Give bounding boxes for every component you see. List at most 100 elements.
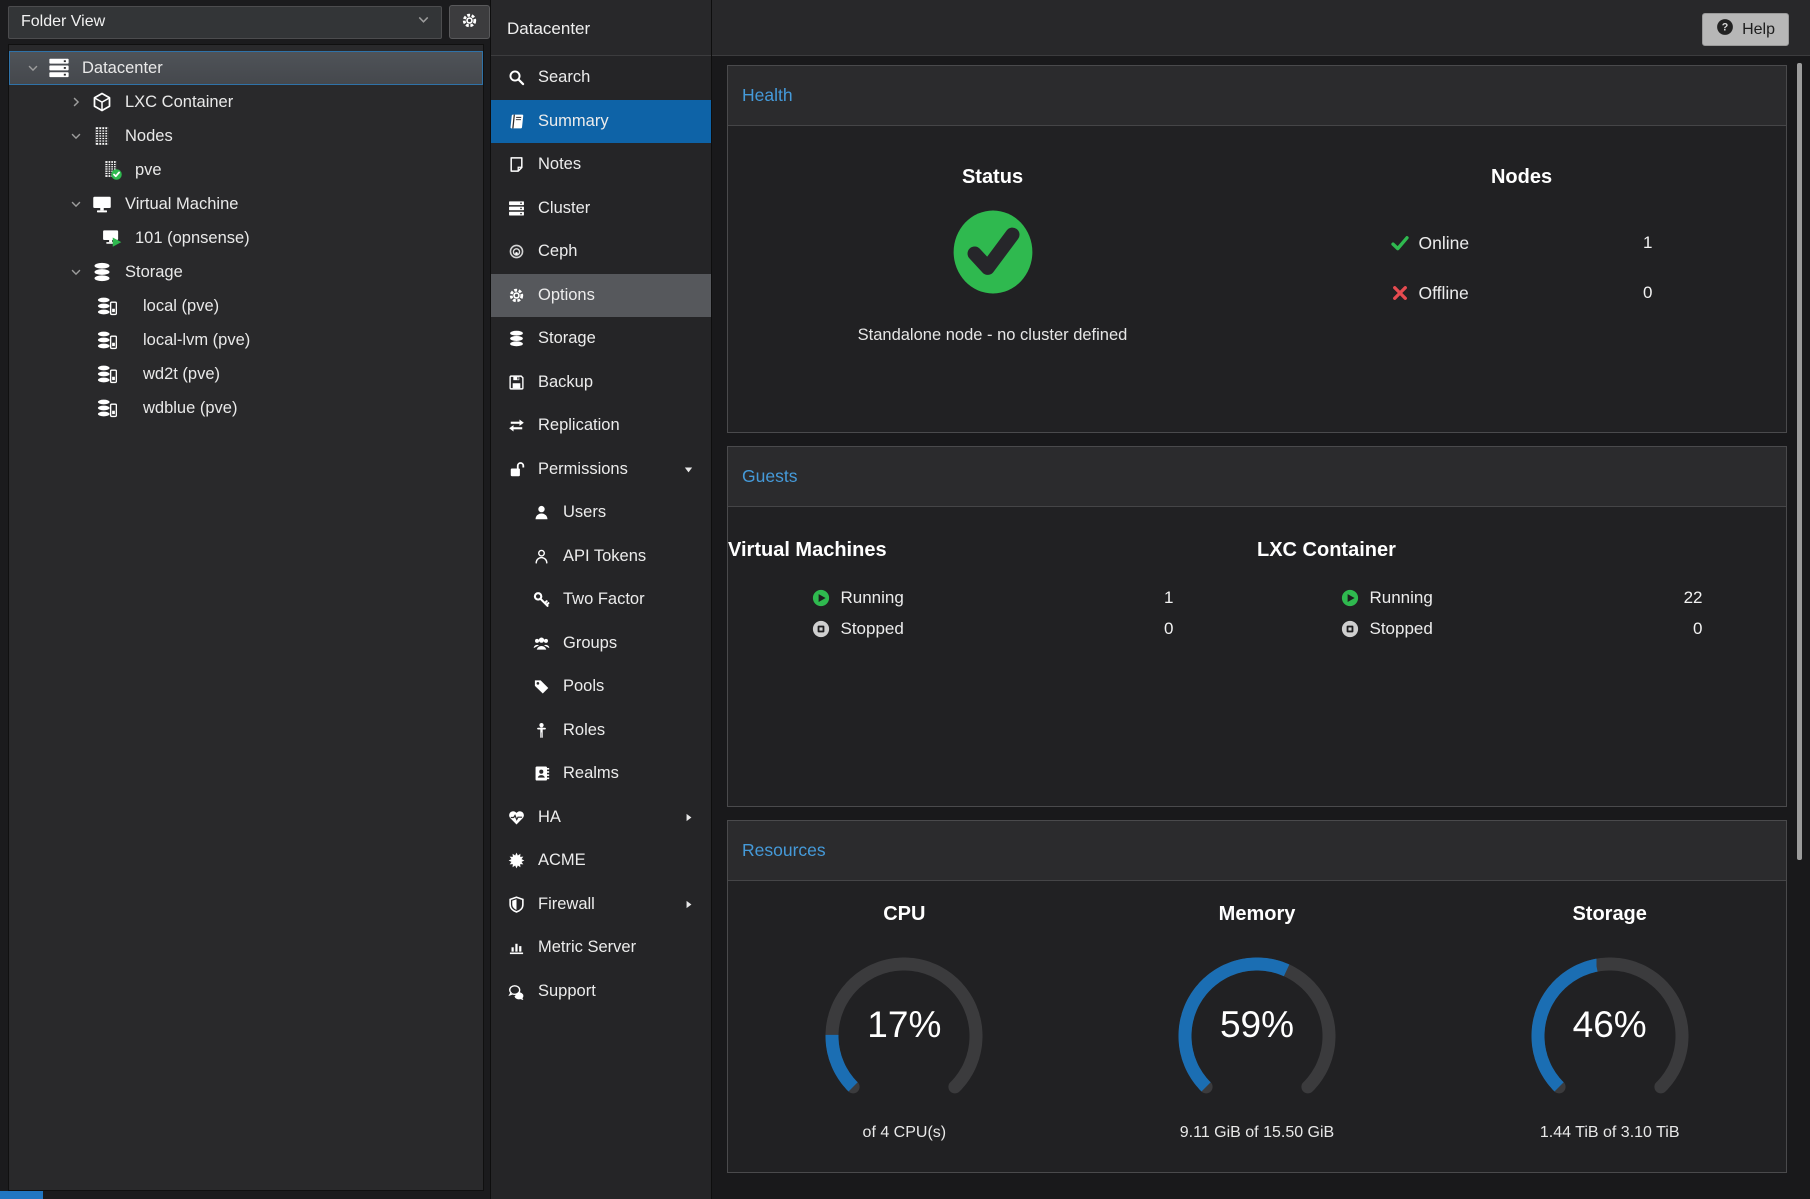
guest-group-lxc-container: LXC ContainerRunning22Stopped0	[1257, 507, 1786, 807]
nodes-heading: Nodes	[1257, 166, 1786, 189]
nav-item-label: Replication	[538, 416, 620, 435]
health-body: Status Standalone node - no cluster defi…	[728, 126, 1786, 433]
guest-rows: Running1Stopped0	[812, 582, 1174, 644]
nav-item-two-factor[interactable]: Two Factor	[491, 578, 711, 622]
guest-row-stopped: Stopped0	[812, 613, 1174, 644]
tree-row-wdblue-pve[interactable]: wdblue (pve)	[9, 391, 483, 425]
nav-item-label: Permissions	[538, 460, 628, 479]
tree-item-label: Virtual Machine	[125, 195, 238, 214]
resources-title: Resources	[742, 840, 826, 861]
nav-item-summary[interactable]: Summary	[491, 100, 711, 144]
shield-icon	[506, 895, 527, 913]
database-icon	[87, 262, 117, 282]
tree-row-storage[interactable]: Storage	[9, 255, 483, 289]
gauge: 59%	[1157, 940, 1357, 1110]
guest-rows: Running22Stopped0	[1341, 582, 1703, 644]
monitor-play-icon	[97, 228, 127, 248]
nav-item-support[interactable]: Support	[491, 970, 711, 1014]
tree-row-lxc-container[interactable]: LXC Container	[9, 85, 483, 119]
status-heading: Status	[728, 166, 1257, 189]
users-icon	[531, 634, 552, 652]
guests-title: Guests	[742, 466, 797, 487]
view-mode-select[interactable]: Folder View	[8, 6, 442, 39]
guest-row-value: 0	[1164, 619, 1173, 639]
database-drive-icon	[97, 330, 135, 350]
nav-item-realms[interactable]: Realms	[491, 752, 711, 796]
guest-row-label: Running	[841, 588, 904, 608]
nav-item-api-tokens[interactable]: API Tokens	[491, 535, 711, 579]
tree-row-local-lvm-pve[interactable]: local-lvm (pve)	[9, 323, 483, 357]
gauge-heading: CPU	[728, 903, 1081, 926]
nav-item-backup[interactable]: Backup	[491, 361, 711, 405]
gauge: 17%	[804, 940, 1004, 1110]
tree-row-pve[interactable]: pve	[9, 153, 483, 187]
key-icon	[531, 591, 552, 609]
nav-item-label: Support	[538, 982, 596, 1001]
vertical-scrollbar-thumb[interactable]	[1797, 63, 1802, 860]
nav-item-users[interactable]: Users	[491, 491, 711, 535]
node-status-label: Offline	[1419, 283, 1469, 304]
tree-row-virtual-machine[interactable]: Virtual Machine	[9, 187, 483, 221]
guest-group-heading: Virtual Machines	[728, 539, 1257, 562]
nav-item-pools[interactable]: Pools	[491, 665, 711, 709]
nav-item-search[interactable]: Search	[491, 56, 711, 100]
nav-item-ha[interactable]: HA	[491, 796, 711, 840]
help-label: Help	[1742, 21, 1775, 39]
nav-item-label: HA	[538, 808, 561, 827]
nav-item-label: Options	[538, 286, 595, 305]
nav-item-replication[interactable]: Replication	[491, 404, 711, 448]
nav-item-storage[interactable]: Storage	[491, 317, 711, 361]
node-status-row-offline: Offline0	[1391, 279, 1653, 307]
search-icon	[506, 69, 527, 87]
tree-item-label: 101 (opnsense)	[135, 229, 250, 248]
nav-item-cluster[interactable]: Cluster	[491, 187, 711, 231]
floppy-icon	[506, 373, 527, 391]
svg-text:?: ?	[1722, 22, 1729, 34]
guest-row-label: Running	[1370, 588, 1433, 608]
nav-item-label: Groups	[563, 634, 617, 653]
nodes-rows: Online1Offline0	[1391, 229, 1653, 307]
tree-row-wd2t-pve[interactable]: wd2t (pve)	[9, 357, 483, 391]
bar-chart-icon	[506, 939, 527, 957]
nav-item-firewall[interactable]: Firewall	[491, 883, 711, 927]
nav-item-ceph[interactable]: Ceph	[491, 230, 711, 274]
nav-item-label: Notes	[538, 155, 581, 174]
nav-item-label: Summary	[538, 112, 609, 131]
nav-item-label: Roles	[563, 721, 605, 740]
replication-icon	[506, 417, 527, 435]
tree-row-datacenter[interactable]: Datacenter	[9, 51, 483, 85]
caret-right-icon	[65, 95, 87, 109]
datacenter-nav: Datacenter SearchSummaryNotesClusterCeph…	[490, 0, 712, 1199]
help-button[interactable]: ? Help	[1702, 13, 1789, 46]
resources-panel: Resources CPU17%of 4 CPU(s)Memory59%9.11…	[727, 820, 1787, 1173]
nav-item-metric-server[interactable]: Metric Server	[491, 926, 711, 970]
nav-item-options[interactable]: Options	[491, 274, 711, 318]
caret-down-icon	[22, 61, 44, 75]
nav-item-permissions[interactable]: Permissions	[491, 448, 711, 492]
nav-item-notes[interactable]: Notes	[491, 143, 711, 187]
stop-icon	[812, 620, 838, 638]
database-drive-icon	[97, 364, 135, 384]
note-icon	[506, 156, 527, 174]
caret-down-icon	[65, 197, 87, 211]
tree-item-label: wd2t (pve)	[143, 365, 220, 384]
tree-row-local-pve[interactable]: local (pve)	[9, 289, 483, 323]
nav-item-roles[interactable]: Roles	[491, 709, 711, 753]
health-panel-header: Health	[728, 66, 1786, 126]
guest-group-heading: LXC Container	[1257, 539, 1786, 562]
gauge-percent: 17%	[804, 1004, 1004, 1046]
tree-settings-button[interactable]	[449, 5, 490, 39]
nav-item-label: Backup	[538, 373, 593, 392]
guest-row-value: 22	[1684, 588, 1703, 608]
chevron-down-icon	[682, 463, 695, 476]
nav-item-label: Users	[563, 503, 606, 522]
nav-item-acme[interactable]: ACME	[491, 839, 711, 883]
nav-item-groups[interactable]: Groups	[491, 622, 711, 666]
nav-item-label: ACME	[538, 851, 586, 870]
heartbeat-icon	[506, 808, 527, 826]
main-topbar: ? Help	[712, 0, 1810, 56]
tree-row-nodes[interactable]: Nodes	[9, 119, 483, 153]
tree-row-101-opnsense[interactable]: 101 (opnsense)	[9, 221, 483, 255]
person-icon	[531, 721, 552, 739]
tree-item-label: wdblue (pve)	[143, 399, 237, 418]
